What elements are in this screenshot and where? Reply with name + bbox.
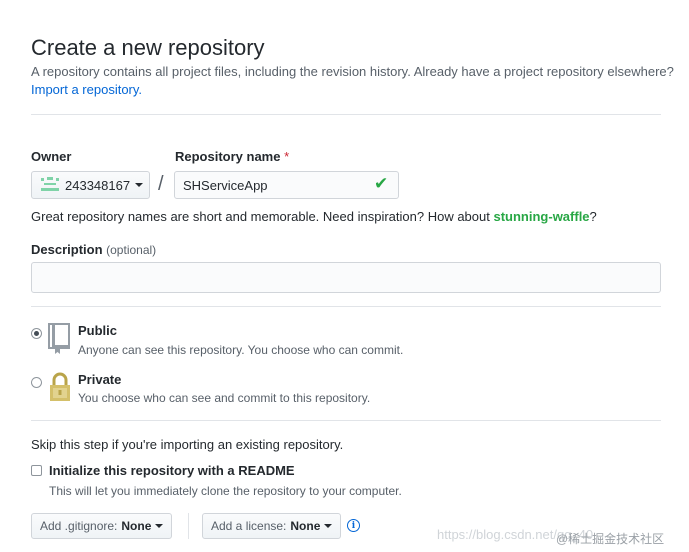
readme-note: This will let you immediately clone the … [49, 484, 402, 498]
description-label: Description (optional) [31, 242, 156, 257]
license-label: Add a license: [211, 519, 287, 533]
page-subtitle: A repository contains all project files,… [31, 64, 674, 79]
divider [31, 306, 661, 307]
page-title: Create a new repository [31, 35, 265, 60]
name-hint: Great repository names are short and mem… [31, 209, 597, 224]
description-label-text: Description [31, 242, 103, 257]
public-option-note: Anyone can see this repository. You choo… [78, 343, 404, 357]
private-option-title[interactable]: Private [78, 372, 121, 387]
owner-label: Owner [31, 149, 72, 164]
suggested-name-link[interactable]: stunning-waffle [493, 209, 589, 224]
repo-name-label-text: Repository name [175, 149, 281, 164]
repository-name-input[interactable] [174, 171, 399, 199]
public-radio[interactable] [31, 328, 42, 339]
license-select-button[interactable]: Add a license: None [202, 513, 342, 539]
gitignore-label: Add .gitignore: [40, 519, 118, 533]
chevron-down-icon [324, 524, 333, 528]
lock-icon [50, 372, 70, 401]
divider [31, 420, 661, 421]
chevron-down-icon [155, 524, 164, 528]
vertical-divider [188, 513, 189, 539]
gitignore-select-button[interactable]: Add .gitignore: None [31, 513, 173, 539]
check-icon: ✔ [374, 174, 389, 193]
identicon-avatar [41, 177, 59, 193]
name-hint-text: Great repository names are short and mem… [31, 209, 490, 224]
private-option-note: You choose who can see and commit to thi… [78, 391, 371, 405]
divider [31, 114, 661, 115]
import-repository-link[interactable]: Import a repository. [31, 82, 142, 97]
owner-select-button[interactable]: 243348167 [31, 171, 150, 199]
owner-value: 243348167 [65, 177, 131, 193]
gitignore-value: None [121, 519, 152, 533]
info-icon[interactable]: i [347, 519, 360, 532]
repo-name-label: Repository name * [175, 149, 289, 164]
name-hint-end: ? [589, 209, 597, 224]
public-option-title[interactable]: Public [78, 323, 117, 338]
required-mark: * [284, 149, 290, 164]
path-separator: / [158, 173, 164, 195]
chevron-down-icon [135, 183, 144, 187]
repo-book-icon [48, 323, 70, 354]
description-input[interactable] [31, 262, 661, 293]
skip-note: Skip this step if you're importing an ex… [31, 437, 344, 452]
private-radio[interactable] [31, 377, 42, 388]
readme-checkbox[interactable] [31, 465, 42, 476]
license-value: None [290, 519, 321, 533]
watermark-community: @稀土掘金技术社区 [556, 532, 665, 546]
readme-label[interactable]: Initialize this repository with a README [49, 463, 295, 478]
optional-tag: (optional) [106, 243, 157, 257]
